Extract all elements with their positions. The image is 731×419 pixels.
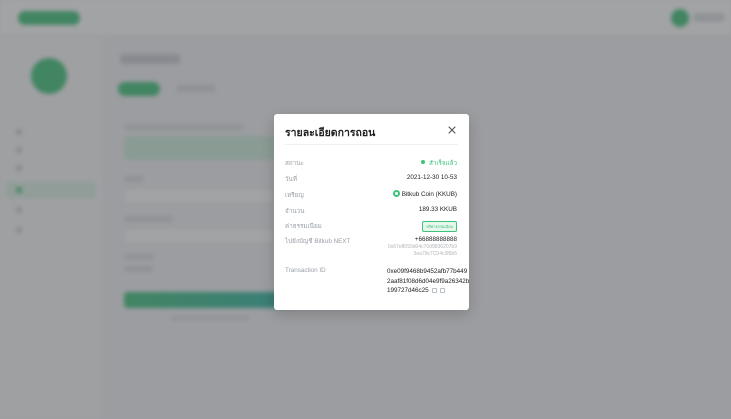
transaction-id-label: Transaction ID [285, 267, 326, 274]
date-value: 2021-12-30 10-53 [406, 174, 457, 181]
free-fee-badge: ฟรีค่าธรรมเนียม [422, 221, 457, 232]
fee-label: ค่าธรรมเนียม [285, 223, 322, 230]
destination-label: ไปยังบัญชี Bitkub NEXT [285, 238, 351, 245]
copy-icon[interactable] [439, 287, 445, 293]
wallet-address-line-1: 0x67e8093d04c70d9836207b9 [388, 244, 457, 250]
divider [285, 144, 458, 145]
status-value: สำเร็จแล้ว [420, 158, 457, 168]
amount-value: 189.33 KKUB [418, 206, 457, 213]
withdraw-details-modal: รายละเอียดการถอน สถานะ สำเร็จแล้ว วันที่… [274, 114, 469, 310]
status-label: สถานะ [285, 160, 304, 167]
coin-value: Bitkub Coin (KKUB) [392, 190, 457, 198]
amount-label: จำนวน [285, 208, 305, 215]
close-icon[interactable] [447, 125, 457, 135]
date-label: วันที่ [285, 176, 297, 183]
modal-title: รายละเอียดการถอน [285, 127, 376, 139]
transaction-id-value: 0xe09f9468b9452afb77b4492aaf81f08d6d04e9… [387, 268, 470, 294]
coin-label: เหรียญ [285, 192, 304, 199]
wallet-address-line-2: 3ea79c7C04c3f6b5 [413, 251, 457, 257]
status-dot-icon [420, 160, 425, 164]
fee-value: ฟรีค่าธรรมเนียม [422, 221, 457, 232]
bitkub-coin-icon [392, 190, 400, 197]
phone-number: +66888888888 [414, 236, 457, 243]
destination-value: +66888888888 0x67e8093d04c70d9836207b9 3… [388, 236, 457, 258]
external-link-icon[interactable] [431, 287, 437, 293]
